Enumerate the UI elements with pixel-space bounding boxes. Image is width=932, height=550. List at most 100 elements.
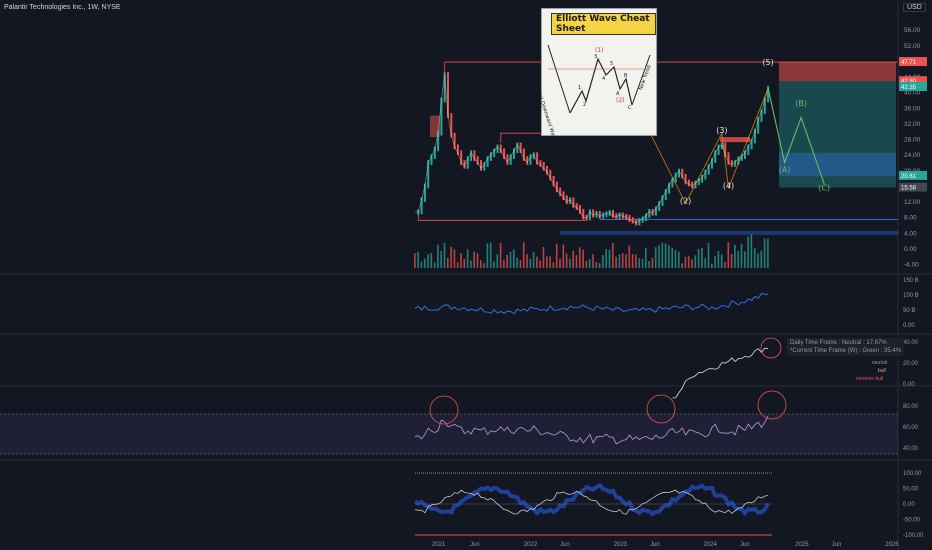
- volume-bar: [546, 256, 548, 268]
- volume-bar: [460, 253, 462, 268]
- volume-bar: [456, 262, 459, 268]
- volume-bar: [450, 246, 452, 268]
- volume-bar: [618, 254, 621, 268]
- volume-bar: [496, 254, 499, 268]
- volume-bar: [552, 262, 555, 268]
- volume-bar: [447, 257, 449, 268]
- volume-bar: [473, 251, 475, 268]
- indicator-tick-label: 50 B: [903, 308, 915, 314]
- volume-bar: [522, 242, 525, 268]
- volume-bar: [423, 258, 426, 268]
- volume-bar: [433, 262, 436, 268]
- time-tick-label: 2026: [885, 542, 899, 548]
- cheat-sheet-point: 3: [594, 54, 598, 60]
- volume-bar: [767, 238, 769, 268]
- time-tick-label: Jun: [560, 542, 570, 548]
- volume-bar: [572, 250, 574, 268]
- volume-bar: [757, 253, 759, 268]
- volume-bar: [760, 250, 763, 268]
- cheat-sheet-mark: (2): [616, 97, 625, 104]
- volume-bar: [668, 245, 670, 268]
- volume-bar: [621, 253, 624, 268]
- indicator-1-line: [414, 292, 769, 315]
- legend-neutral: neutral: [872, 360, 888, 366]
- volume-bar: [588, 259, 591, 268]
- time-tick-label: 2025: [795, 542, 809, 548]
- volume-bar: [420, 261, 423, 268]
- volume-bar: [542, 246, 545, 268]
- volume-bar: [476, 253, 479, 268]
- volume-bar: [605, 249, 607, 268]
- indicator-tick-label: 0.00: [903, 382, 915, 388]
- volume-bar: [526, 254, 528, 268]
- volume-bar: [513, 249, 515, 268]
- volume-bar: [678, 251, 680, 268]
- price-tick-label: 36.00: [904, 105, 921, 112]
- volume-bar: [427, 254, 429, 268]
- cheat-sheet-point: 1: [578, 85, 582, 91]
- indicator-tick-label: 50.00: [903, 487, 919, 493]
- volume-bar: [730, 253, 733, 268]
- volume-bar: [519, 260, 522, 268]
- volume-bar: [651, 258, 654, 268]
- time-tick-label: Jun: [832, 542, 842, 548]
- time-tick-label: 2023: [614, 542, 628, 548]
- indicator-tick-label: 60.00: [903, 425, 919, 431]
- wave-label: (4): [723, 181, 734, 190]
- volume-bar: [684, 256, 687, 268]
- cheat-sheet-point: B: [624, 73, 628, 79]
- volume-bar: [443, 242, 446, 268]
- volume-bar: [437, 244, 439, 268]
- price-tag: 20.61: [901, 174, 917, 180]
- volume-bar: [595, 262, 598, 268]
- volume-bar: [674, 249, 677, 268]
- stop-loss-zone: [779, 62, 896, 82]
- volume-bar: [750, 234, 753, 268]
- indicator-info-box: Daily Time Frame : Neutral : 17.67% *Cur…: [787, 338, 905, 356]
- volume-bar: [734, 244, 736, 268]
- cheat-sheet-mark: (1): [595, 47, 604, 54]
- volume-bar: [499, 242, 502, 268]
- volume-bar: [440, 251, 442, 268]
- time-tick-label: Jun: [650, 542, 660, 548]
- volume-bar: [691, 259, 693, 268]
- volume-bar: [509, 251, 512, 268]
- rsi-band: [0, 414, 898, 454]
- volume-bar: [536, 256, 538, 268]
- volume-bar: [602, 254, 604, 268]
- volume-bar: [707, 242, 710, 268]
- volume-bar: [694, 255, 697, 268]
- volume-bar: [671, 247, 673, 268]
- time-tick-label: 2024: [704, 542, 718, 548]
- volume-bar: [714, 256, 716, 268]
- volume-bar: [645, 247, 647, 268]
- legend-bull: bull: [878, 368, 886, 374]
- volume-bar: [701, 247, 703, 268]
- wave-label: (C): [818, 184, 830, 193]
- volume-bar: [711, 263, 713, 268]
- volume-bar: [493, 261, 495, 268]
- indicator-tick-label: 0.00: [903, 323, 915, 329]
- price-tick-label: 4.00: [904, 230, 917, 237]
- highlight-circle: [760, 337, 782, 359]
- volume-bar: [687, 256, 690, 268]
- cheat-sheet-point: 4: [602, 76, 606, 82]
- price-tag: 15.58: [901, 186, 917, 192]
- volume-bar: [582, 249, 584, 268]
- volume-bar: [453, 249, 456, 268]
- indicator-tick-label: 0.00: [903, 502, 915, 508]
- volume-bar: [565, 253, 568, 268]
- currency-button[interactable]: USD: [903, 3, 926, 12]
- indicator-tick-label: 80.00: [903, 404, 919, 410]
- volume-bar: [579, 247, 581, 268]
- info-line-current: *Current Time Frame (W) : Green : 35.4%: [790, 348, 902, 354]
- cheat-sheet-point: 2: [583, 102, 587, 108]
- volume-bar: [740, 243, 743, 268]
- volume-bar: [720, 254, 723, 268]
- volume-bar: [638, 258, 640, 268]
- volume-bar: [635, 254, 637, 268]
- volume-bar: [763, 238, 766, 268]
- wave-label: (5): [762, 58, 773, 67]
- price-tick-label: 12.00: [904, 199, 921, 206]
- indicator-tick-label: -100.00: [903, 533, 924, 539]
